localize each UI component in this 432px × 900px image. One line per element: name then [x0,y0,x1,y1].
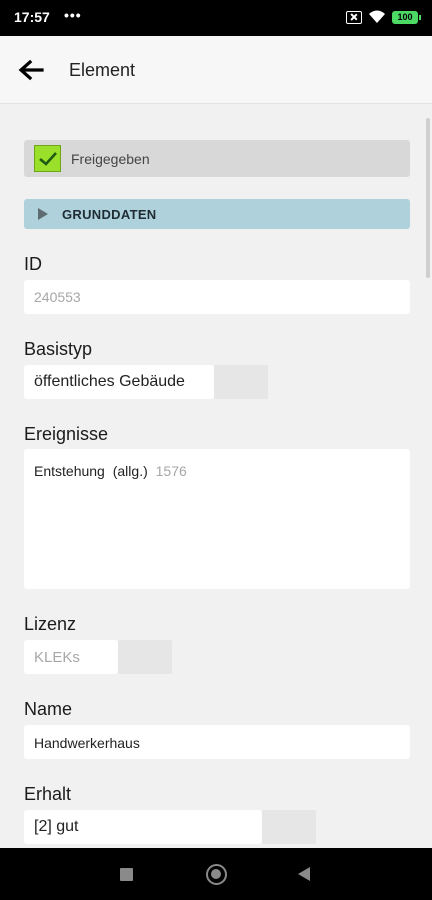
app-bar: Element [0,36,432,104]
back-icon[interactable] [298,867,310,881]
basistyp-select[interactable]: öffentliches Gebäude [24,365,214,399]
status-bar: 17:57 ••• 100 [0,0,432,36]
basistyp-value: öffentliches Gebäude [34,373,185,390]
notification-dots: ••• [64,7,82,23]
release-label: Freigegeben [71,150,150,167]
recents-icon[interactable] [120,868,133,881]
id-field: 240553 [24,280,410,314]
ereignisse-list[interactable]: Entstehung (allg.) 1576 [24,449,410,589]
erhalt-label: Erhalt [24,784,72,804]
expand-triangle-icon [38,208,48,220]
erhalt-dropdown-button[interactable] [262,810,316,844]
lizenz-value: KLEKs [34,649,80,666]
lizenz-select[interactable]: KLEKs [24,640,118,674]
status-icons: 100 [346,10,421,24]
lizenz-dropdown-button[interactable] [118,640,172,674]
form-content[interactable]: Freigegeben GRUNDDATEN ID 240553 Basisty… [0,104,432,848]
event-year: 1576 [155,463,187,479]
back-button[interactable] [14,54,48,86]
battery-icon: 100 [392,10,421,24]
lizenz-label: Lizenz [24,614,77,634]
status-time: 17:57 [14,9,50,25]
basistyp-label: Basistyp [24,339,93,359]
name-input[interactable]: Handwerkerhaus [24,725,410,759]
release-checkbox[interactable] [34,145,61,172]
name-label: Name [24,699,73,719]
check-icon [38,151,57,166]
wifi-icon [369,10,385,23]
release-status-row[interactable]: Freigegeben [24,140,410,177]
id-label: ID [24,254,42,274]
sim-icon [346,10,362,24]
page-title: Element [69,60,136,80]
scrollbar[interactable] [426,118,430,278]
ereignisse-label: Ereignisse [24,424,109,444]
event-name: Entstehung [34,463,105,479]
basistyp-dropdown-button[interactable] [214,365,268,399]
system-nav-bar [0,848,432,900]
arrow-left-icon [18,59,44,81]
section-label: GRUNDDATEN [62,206,157,222]
id-value: 240553 [34,289,81,305]
section-grunddaten[interactable]: GRUNDDATEN [24,199,410,229]
erhalt-select[interactable]: [2] gut [24,810,262,844]
event-qualifier: (allg.) [112,463,148,479]
erhalt-value: [2] gut [34,818,79,835]
name-value: Handwerkerhaus [34,735,140,751]
home-icon[interactable] [206,864,227,885]
event-item[interactable]: Entstehung (allg.) 1576 [34,463,187,479]
